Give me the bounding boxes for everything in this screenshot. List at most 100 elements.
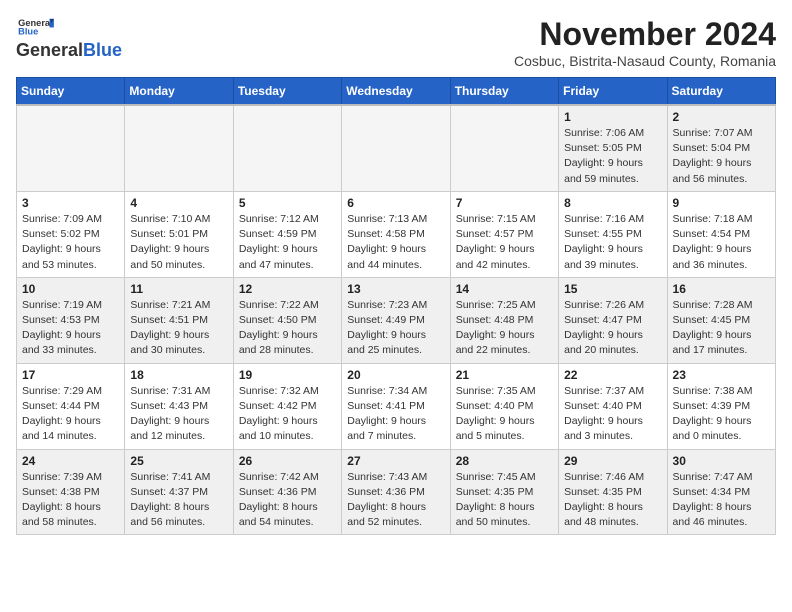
day-info: Sunrise: 7:39 AM Sunset: 4:38 PM Dayligh… (22, 470, 119, 531)
header-thursday: Thursday (450, 78, 558, 106)
day-number: 7 (456, 196, 553, 210)
calendar-day: 14 Sunrise: 7:25 AM Sunset: 4:48 PM Dayli… (450, 277, 558, 363)
header-tuesday: Tuesday (233, 78, 341, 106)
page-header: General Blue General Blue November 2024 … (16, 16, 776, 69)
calendar-day: 5 Sunrise: 7:12 AM Sunset: 4:59 PM Daylig… (233, 191, 341, 277)
calendar-day: 22Sunrise: 7:37 AM Sunset: 4:40 PM Dayli… (559, 363, 667, 449)
calendar-header-row: SundayMondayTuesdayWednesdayThursdayFrid… (17, 78, 776, 106)
day-info: Sunrise: 7:23 AM Sunset: 4:49 PM Dayligh… (347, 298, 444, 359)
calendar-day: 13 Sunrise: 7:23 AM Sunset: 4:49 PM Dayli… (342, 277, 450, 363)
day-info: Sunrise: 7:28 AM Sunset: 4:45 PM Dayligh… (673, 298, 770, 359)
day-info: Sunrise: 7:32 AM Sunset: 4:42 PM Dayligh… (239, 384, 336, 445)
calendar-week-1: 1Sunrise: 7:06 AM Sunset: 5:05 PM Daylig… (17, 105, 776, 191)
day-number: 18 (130, 368, 227, 382)
day-info: Sunrise: 7:46 AM Sunset: 4:35 PM Dayligh… (564, 470, 661, 531)
calendar-day (233, 105, 341, 191)
calendar-day: 8 Sunrise: 7:16 AM Sunset: 4:55 PM Daylig… (559, 191, 667, 277)
calendar-day: 6 Sunrise: 7:13 AM Sunset: 4:58 PM Daylig… (342, 191, 450, 277)
calendar-week-2: 3 Sunrise: 7:09 AM Sunset: 5:02 PM Daylig… (17, 191, 776, 277)
header-sunday: Sunday (17, 78, 125, 106)
calendar-week-5: 24Sunrise: 7:39 AM Sunset: 4:38 PM Dayli… (17, 449, 776, 535)
calendar-day: 27Sunrise: 7:43 AM Sunset: 4:36 PM Dayli… (342, 449, 450, 535)
day-number: 17 (22, 368, 119, 382)
calendar-day: 12Sunrise: 7:22 AM Sunset: 4:50 PM Dayli… (233, 277, 341, 363)
logo: General Blue General Blue (16, 16, 122, 61)
day-number: 8 (564, 196, 661, 210)
calendar-day: 25Sunrise: 7:41 AM Sunset: 4:37 PM Dayli… (125, 449, 233, 535)
logo-blue: Blue (83, 40, 122, 61)
logo-icon: General Blue (16, 16, 56, 36)
day-info: Sunrise: 7:21 AM Sunset: 4:51 PM Dayligh… (130, 298, 227, 359)
day-number: 1 (564, 110, 661, 124)
day-number: 14 (456, 282, 553, 296)
day-number: 26 (239, 454, 336, 468)
day-number: 21 (456, 368, 553, 382)
day-info: Sunrise: 7:13 AM Sunset: 4:58 PM Dayligh… (347, 212, 444, 273)
day-number: 29 (564, 454, 661, 468)
header-friday: Friday (559, 78, 667, 106)
calendar-day: 26Sunrise: 7:42 AM Sunset: 4:36 PM Dayli… (233, 449, 341, 535)
day-info: Sunrise: 7:38 AM Sunset: 4:39 PM Dayligh… (673, 384, 770, 445)
subtitle: Cosbuc, Bistrita-Nasaud County, Romania (514, 53, 776, 69)
day-number: 6 (347, 196, 444, 210)
day-info: Sunrise: 7:15 AM Sunset: 4:57 PM Dayligh… (456, 212, 553, 273)
calendar-day: 28 Sunrise: 7:45 AM Sunset: 4:35 PM Dayli… (450, 449, 558, 535)
day-info: Sunrise: 7:41 AM Sunset: 4:37 PM Dayligh… (130, 470, 227, 531)
calendar-week-3: 10Sunrise: 7:19 AM Sunset: 4:53 PM Dayli… (17, 277, 776, 363)
month-title: November 2024 (514, 16, 776, 53)
day-info: Sunrise: 7:31 AM Sunset: 4:43 PM Dayligh… (130, 384, 227, 445)
day-info: Sunrise: 7:35 AM Sunset: 4:40 PM Dayligh… (456, 384, 553, 445)
day-number: 13 (347, 282, 444, 296)
day-number: 23 (673, 368, 770, 382)
calendar-week-4: 17 Sunrise: 7:29 AM Sunset: 4:44 PM Dayli… (17, 363, 776, 449)
day-number: 20 (347, 368, 444, 382)
day-info: Sunrise: 7:43 AM Sunset: 4:36 PM Dayligh… (347, 470, 444, 531)
day-number: 30 (673, 454, 770, 468)
calendar-day: 11Sunrise: 7:21 AM Sunset: 4:51 PM Dayli… (125, 277, 233, 363)
title-area: November 2024 Cosbuc, Bistrita-Nasaud Co… (514, 16, 776, 69)
day-info: Sunrise: 7:29 AM Sunset: 4:44 PM Dayligh… (22, 384, 119, 445)
header-saturday: Saturday (667, 78, 775, 106)
calendar-day: 10Sunrise: 7:19 AM Sunset: 4:53 PM Dayli… (17, 277, 125, 363)
calendar-day: 20 Sunrise: 7:34 AM Sunset: 4:41 PM Dayli… (342, 363, 450, 449)
day-info: Sunrise: 7:12 AM Sunset: 4:59 PM Dayligh… (239, 212, 336, 273)
calendar-day: 9Sunrise: 7:18 AM Sunset: 4:54 PM Daylig… (667, 191, 775, 277)
day-info: Sunrise: 7:25 AM Sunset: 4:48 PM Dayligh… (456, 298, 553, 359)
calendar-day: 18 Sunrise: 7:31 AM Sunset: 4:43 PM Dayli… (125, 363, 233, 449)
calendar-day: 29 Sunrise: 7:46 AM Sunset: 4:35 PM Dayli… (559, 449, 667, 535)
day-number: 4 (130, 196, 227, 210)
calendar-day (17, 105, 125, 191)
day-info: Sunrise: 7:45 AM Sunset: 4:35 PM Dayligh… (456, 470, 553, 531)
calendar-day: 16 Sunrise: 7:28 AM Sunset: 4:45 PM Dayli… (667, 277, 775, 363)
day-info: Sunrise: 7:16 AM Sunset: 4:55 PM Dayligh… (564, 212, 661, 273)
calendar-day: 19 Sunrise: 7:32 AM Sunset: 4:42 PM Dayli… (233, 363, 341, 449)
day-number: 19 (239, 368, 336, 382)
calendar-day: 7 Sunrise: 7:15 AM Sunset: 4:57 PM Daylig… (450, 191, 558, 277)
day-info: Sunrise: 7:37 AM Sunset: 4:40 PM Dayligh… (564, 384, 661, 445)
day-number: 2 (673, 110, 770, 124)
day-info: Sunrise: 7:18 AM Sunset: 4:54 PM Dayligh… (673, 212, 770, 273)
svg-text:Blue: Blue (18, 27, 38, 36)
calendar-day: 3 Sunrise: 7:09 AM Sunset: 5:02 PM Daylig… (17, 191, 125, 277)
day-number: 12 (239, 282, 336, 296)
calendar-day: 2 Sunrise: 7:07 AM Sunset: 5:04 PM Daylig… (667, 105, 775, 191)
calendar-day: 4 Sunrise: 7:10 AM Sunset: 5:01 PM Daylig… (125, 191, 233, 277)
day-number: 3 (22, 196, 119, 210)
day-info: Sunrise: 7:47 AM Sunset: 4:34 PM Dayligh… (673, 470, 770, 531)
calendar-day: 15Sunrise: 7:26 AM Sunset: 4:47 PM Dayli… (559, 277, 667, 363)
day-info: Sunrise: 7:10 AM Sunset: 5:01 PM Dayligh… (130, 212, 227, 273)
header-monday: Monday (125, 78, 233, 106)
calendar-table: SundayMondayTuesdayWednesdayThursdayFrid… (16, 77, 776, 535)
day-number: 5 (239, 196, 336, 210)
calendar-day (125, 105, 233, 191)
calendar-day: 23 Sunrise: 7:38 AM Sunset: 4:39 PM Dayli… (667, 363, 775, 449)
day-info: Sunrise: 7:34 AM Sunset: 4:41 PM Dayligh… (347, 384, 444, 445)
calendar-day: 17 Sunrise: 7:29 AM Sunset: 4:44 PM Dayli… (17, 363, 125, 449)
day-number: 28 (456, 454, 553, 468)
day-info: Sunrise: 7:09 AM Sunset: 5:02 PM Dayligh… (22, 212, 119, 273)
day-number: 16 (673, 282, 770, 296)
calendar-day (450, 105, 558, 191)
calendar-day: 30 Sunrise: 7:47 AM Sunset: 4:34 PM Dayli… (667, 449, 775, 535)
calendar-day: 1Sunrise: 7:06 AM Sunset: 5:05 PM Daylig… (559, 105, 667, 191)
day-info: Sunrise: 7:07 AM Sunset: 5:04 PM Dayligh… (673, 126, 770, 187)
